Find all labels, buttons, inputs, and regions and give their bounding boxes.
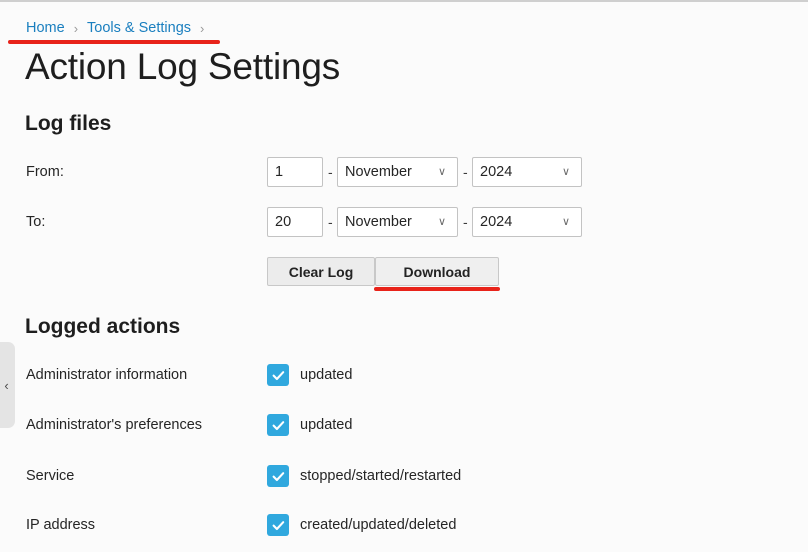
from-label: From:	[26, 164, 64, 180]
page-root: ‹ Home › Tools & Settings › Action Log S…	[0, 0, 808, 552]
logged-action-checkbox[interactable]	[267, 465, 289, 487]
logged-action-label: Service	[26, 468, 75, 484]
to-month-select[interactable]: JanuaryFebruaryMarchAprilMayJuneJulyAugu…	[337, 207, 458, 237]
page-title: Action Log Settings	[25, 46, 341, 87]
logged-action-label: IP address	[26, 517, 96, 533]
breadcrumb-item-home[interactable]: Home	[26, 20, 65, 36]
logged-action-value: stopped/started/restarted	[300, 468, 462, 484]
breadcrumb: Home › Tools & Settings ›	[26, 20, 213, 36]
logged-action-label: Administrator's preferences	[26, 417, 203, 433]
breadcrumb-separator-icon: ›	[73, 20, 79, 36]
breadcrumb-item-tools-settings[interactable]: Tools & Settings	[87, 20, 191, 36]
logged-action-row: Administrator's preferences updated	[0, 412, 808, 438]
date-separator-dash: -	[463, 164, 468, 180]
logged-action-row: IP address created/updated/deleted	[0, 512, 808, 538]
date-separator-dash: -	[328, 214, 333, 230]
logged-action-checkbox[interactable]	[267, 364, 289, 386]
logged-action-label: Administrator information	[26, 367, 188, 383]
red-underline-download-annotation	[374, 287, 500, 291]
download-button[interactable]: Download	[375, 257, 499, 286]
date-separator-dash: -	[463, 214, 468, 230]
logged-action-value: updated	[300, 417, 353, 433]
to-year-select[interactable]: 2022202320242025	[472, 207, 582, 237]
logged-action-checkbox[interactable]	[267, 514, 289, 536]
logged-action-row: Service stopped/started/restarted	[0, 463, 808, 489]
from-day-input[interactable]	[267, 157, 323, 187]
breadcrumb-separator-icon: ›	[200, 20, 205, 36]
to-day-input[interactable]	[267, 207, 323, 237]
logged-action-row: Administrator information updated	[0, 362, 808, 388]
logged-action-checkbox[interactable]	[267, 414, 289, 436]
clear-log-button[interactable]: Clear Log	[267, 257, 375, 286]
logged-action-value: created/updated/deleted	[300, 517, 457, 533]
logged-action-value: updated	[300, 367, 353, 383]
section-heading-logged-actions: Logged actions	[25, 315, 181, 338]
date-separator-dash: -	[328, 164, 333, 180]
red-underline-breadcrumb-annotation	[8, 40, 220, 44]
from-year-select[interactable]: 2022202320242025	[472, 157, 582, 187]
section-heading-log-files: Log files	[25, 112, 112, 135]
to-label: To:	[26, 214, 46, 230]
from-month-select[interactable]: JanuaryFebruaryMarchAprilMayJuneJulyAugu…	[337, 157, 458, 187]
